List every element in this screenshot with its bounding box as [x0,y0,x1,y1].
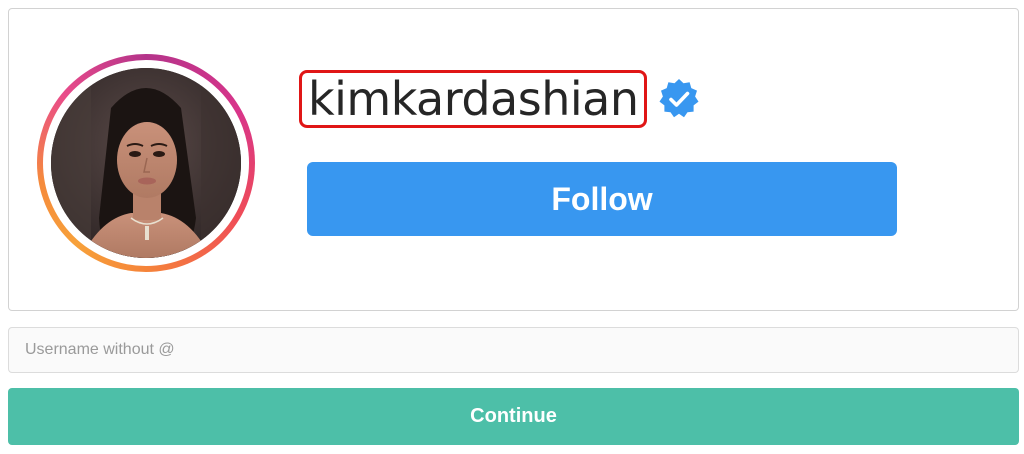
profile-card: kimkardashian Follow [8,8,1019,311]
follow-button[interactable]: Follow [307,162,897,236]
verified-badge-icon [659,79,699,118]
avatar-gap [43,60,249,266]
continue-button[interactable]: Continue [8,388,1019,445]
username-highlight-box: kimkardashian [299,70,648,128]
avatar[interactable] [51,68,241,258]
story-ring[interactable] [37,54,255,272]
username-input[interactable] [8,327,1019,373]
page-root: kimkardashian Follow Continue [0,0,1024,454]
profile-username[interactable]: kimkardashian [308,76,639,122]
avatar-photo [51,68,241,258]
username-row: kimkardashian [299,67,701,131]
